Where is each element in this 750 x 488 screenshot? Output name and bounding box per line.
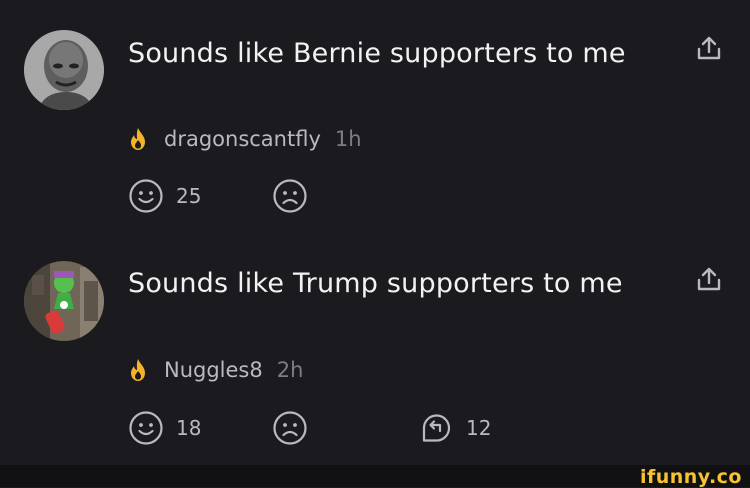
- share-icon[interactable]: [694, 34, 724, 64]
- frown-button[interactable]: [272, 176, 308, 216]
- avatar[interactable]: [24, 261, 104, 341]
- frown-icon: [273, 179, 307, 213]
- smile-count: 25: [176, 184, 202, 208]
- reply-icon: [422, 414, 451, 442]
- ifunny-watermark: ifunny.co: [639, 466, 742, 488]
- smile-icon: [129, 411, 163, 445]
- reply-count: 12: [466, 416, 492, 440]
- smile-button[interactable]: 18: [128, 408, 201, 448]
- smile-count: 18: [176, 416, 202, 440]
- bottom-bar: [0, 465, 750, 487]
- share-icon[interactable]: [694, 265, 724, 295]
- flame-icon: [131, 359, 145, 381]
- comment-text: Sounds like Bernie supporters to me: [128, 38, 626, 69]
- username[interactable]: dragonscantfly: [164, 127, 321, 151]
- username[interactable]: Nuggles8: [164, 358, 263, 382]
- smile-button[interactable]: 25: [128, 176, 201, 216]
- timestamp: 1h: [334, 127, 362, 151]
- comment-meta: Nuggles8 2h: [128, 355, 303, 385]
- reply-button[interactable]: 12: [418, 408, 491, 448]
- avatar[interactable]: [24, 30, 104, 110]
- comment-meta: dragonscantfly 1h: [128, 124, 362, 154]
- frown-icon: [273, 411, 307, 445]
- flame-icon: [131, 128, 145, 150]
- timestamp: 2h: [276, 358, 304, 382]
- frown-button[interactable]: [272, 408, 308, 448]
- comment-text: Sounds like Trump supporters to me: [128, 268, 623, 299]
- smile-icon: [129, 179, 163, 213]
